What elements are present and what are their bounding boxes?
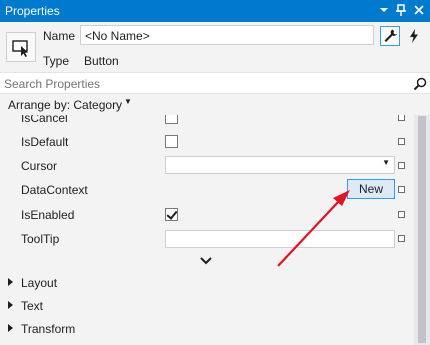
chevron-down-icon: ▼ bbox=[124, 97, 132, 106]
new-datacontext-button[interactable]: New bbox=[347, 179, 395, 199]
type-label: Type bbox=[43, 54, 70, 68]
pin-icon bbox=[396, 4, 406, 16]
property-row-isdefault: IsDefault bbox=[0, 130, 414, 154]
events-view-button[interactable] bbox=[404, 26, 424, 46]
triangle-right-icon bbox=[8, 278, 13, 286]
property-grid: IsCancel IsDefault Cursor ▼ DataContext … bbox=[0, 115, 414, 345]
property-row-tooltip: ToolTip bbox=[0, 227, 414, 251]
name-field[interactable]: <No Name> bbox=[80, 25, 374, 45]
scrollbar-thumb[interactable] bbox=[418, 116, 426, 343]
close-icon bbox=[414, 5, 424, 15]
search-input[interactable] bbox=[4, 76, 404, 92]
category-label: Transform bbox=[21, 322, 76, 336]
property-label: IsDefault bbox=[21, 135, 69, 149]
triangle-right-icon bbox=[8, 324, 13, 332]
category-label: Layout bbox=[21, 276, 58, 290]
search-icon[interactable] bbox=[412, 76, 428, 92]
chevron-down-icon bbox=[380, 8, 388, 12]
property-row-cursor: Cursor ▼ bbox=[0, 154, 414, 178]
title-bar: Properties bbox=[0, 0, 430, 22]
isenabled-checkbox[interactable] bbox=[165, 208, 178, 221]
name-label: Name bbox=[43, 29, 76, 43]
advanced-options-square-icon[interactable] bbox=[398, 138, 405, 145]
property-label: IsEnabled bbox=[21, 208, 75, 222]
category-layout[interactable]: Layout bbox=[0, 271, 414, 294]
cursor-combobox[interactable]: ▼ bbox=[165, 156, 395, 174]
category-text[interactable]: Text bbox=[0, 294, 414, 317]
property-label: IsCancel bbox=[21, 115, 68, 125]
property-label: ToolTip bbox=[21, 232, 60, 246]
advanced-options-square-icon[interactable] bbox=[398, 186, 405, 193]
advanced-options-square-icon[interactable] bbox=[398, 211, 405, 218]
property-row-datacontext: DataContext New bbox=[0, 178, 414, 202]
advanced-options-square-icon[interactable] bbox=[398, 115, 405, 121]
button-object-icon bbox=[6, 32, 36, 62]
wrench-icon bbox=[384, 29, 397, 42]
arrange-by-label: Arrange by: Category bbox=[8, 98, 123, 112]
properties-view-button[interactable] bbox=[380, 26, 400, 46]
type-value: Button bbox=[84, 54, 119, 68]
isdefault-checkbox[interactable] bbox=[165, 135, 178, 148]
property-row-isenabled: IsEnabled bbox=[0, 203, 414, 227]
window-options-button[interactable] bbox=[376, 2, 392, 18]
property-label: DataContext bbox=[21, 183, 88, 197]
search-bar bbox=[0, 72, 430, 94]
property-label: Cursor bbox=[21, 159, 58, 173]
tooltip-field[interactable] bbox=[165, 230, 395, 248]
advanced-options-square-icon[interactable] bbox=[398, 235, 405, 242]
triangle-right-icon bbox=[8, 301, 13, 309]
expand-chevron-icon[interactable] bbox=[198, 255, 214, 267]
object-header: Name <No Name> Type Button bbox=[0, 22, 430, 72]
lightning-bolt-icon bbox=[410, 29, 418, 43]
window-title: Properties bbox=[5, 4, 60, 18]
category-transform[interactable]: Transform bbox=[0, 317, 414, 340]
advanced-options-square-icon[interactable] bbox=[398, 162, 405, 169]
arrange-by-dropdown[interactable]: Arrange by: Category ▼ bbox=[0, 95, 430, 115]
iscancel-checkbox[interactable] bbox=[165, 115, 178, 124]
chevron-down-icon: ▼ bbox=[382, 158, 390, 167]
category-label: Text bbox=[21, 299, 44, 313]
property-row-iscancel: IsCancel bbox=[0, 115, 414, 130]
pin-button[interactable] bbox=[393, 2, 409, 18]
close-button[interactable] bbox=[411, 2, 427, 18]
